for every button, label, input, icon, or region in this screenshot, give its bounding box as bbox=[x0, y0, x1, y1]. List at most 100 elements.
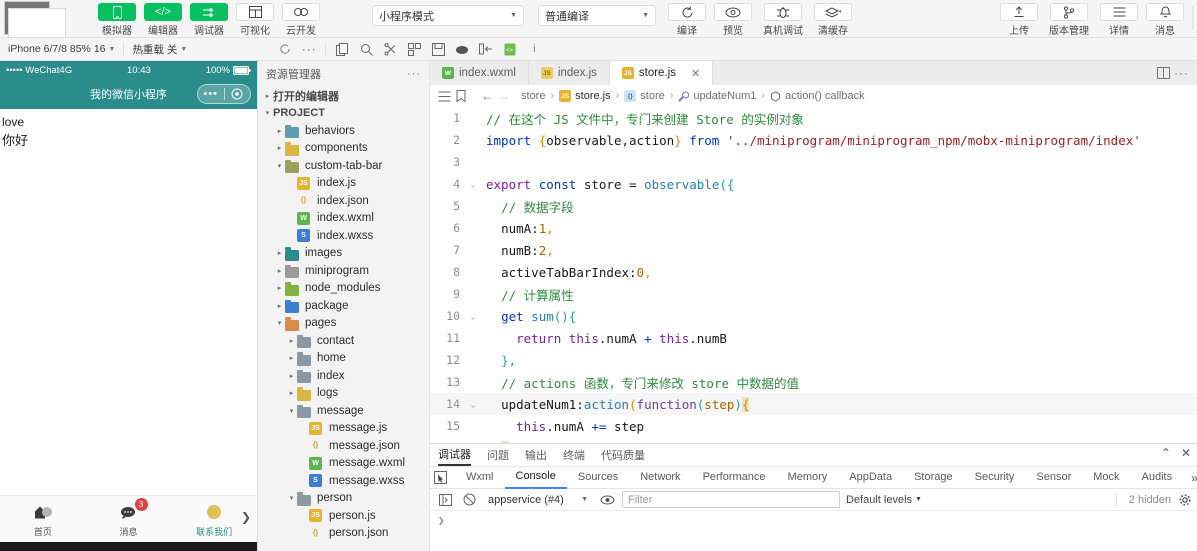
editor-tab-store-js[interactable]: JS store.js ✕ bbox=[609, 61, 714, 85]
tabbar-item-message[interactable]: 3 消息 bbox=[86, 497, 172, 538]
toolbar-button-details[interactable]: 详情 bbox=[1096, 0, 1142, 37]
tree-folder[interactable]: ▸ package bbox=[258, 297, 429, 315]
explorer-section[interactable]: ▾ PROJECT bbox=[258, 105, 429, 123]
tree-file[interactable]: JS message.js bbox=[258, 420, 429, 438]
twisty-icon[interactable]: ▸ bbox=[274, 267, 285, 275]
twisty-icon[interactable]: ▾ bbox=[274, 319, 285, 327]
bookmark-icon[interactable] bbox=[456, 90, 466, 102]
breadcrumb-item-updatenum1[interactable]: updateNum1 bbox=[678, 90, 756, 102]
toolbar-button-editor[interactable]: </> 编辑器 bbox=[140, 0, 186, 37]
devtools-tab-audits[interactable]: Audits bbox=[1131, 467, 1184, 488]
bottom-tab-codequality[interactable]: 代码质量 bbox=[601, 445, 645, 465]
tree-folder[interactable]: ▸ logs bbox=[258, 385, 429, 403]
console-levels-select[interactable]: Default levels ▼ bbox=[846, 494, 922, 506]
toolbar-button-upload[interactable]: 上传 bbox=[996, 0, 1042, 37]
chevron-up-icon[interactable]: ⌃ bbox=[1161, 446, 1171, 460]
pig-icon[interactable] bbox=[450, 38, 474, 61]
twisty-icon[interactable]: ▾ bbox=[286, 494, 297, 502]
copy-icon[interactable] bbox=[330, 38, 354, 61]
tree-file[interactable]: Sindex.wxss bbox=[258, 227, 429, 245]
fold-marker[interactable]: ⌄ bbox=[466, 312, 480, 321]
save-icon[interactable] bbox=[426, 38, 450, 61]
capsule-button[interactable]: ••• bbox=[197, 84, 251, 104]
devtools-tab-sensor[interactable]: Sensor bbox=[1025, 467, 1082, 488]
capsule-menu-button[interactable]: ••• bbox=[198, 88, 224, 100]
gear-icon[interactable] bbox=[1179, 493, 1191, 506]
toolbar-button-version[interactable]: 版本管理 bbox=[1042, 0, 1096, 37]
tree-folder[interactable]: ▸ components bbox=[258, 140, 429, 158]
editor-tab-index-wxml[interactable]: W index.wxml bbox=[430, 61, 529, 85]
toolbar-button-debugger[interactable]: 调试器 bbox=[186, 0, 232, 37]
toolbar-button-visual[interactable]: 可视化 bbox=[232, 0, 278, 37]
twisty-icon[interactable]: ▸ bbox=[274, 249, 285, 257]
devtools-tab-wxml[interactable]: Wxml bbox=[455, 467, 505, 488]
compile-select[interactable]: 普通编译 ▼ bbox=[538, 5, 656, 26]
console-context-select[interactable]: appservice (#4) ▼ bbox=[484, 491, 592, 508]
breadcrumb-item-action-callback[interactable]: action() callback bbox=[770, 90, 865, 102]
bottom-tab-problems[interactable]: 问题 bbox=[487, 445, 509, 465]
code-editor[interactable]: 1 // 在这个 JS 文件中，专门来创建 Store 的实例对象 2 impo… bbox=[430, 107, 1197, 443]
devtools-tab-appdata[interactable]: AppData bbox=[838, 467, 903, 488]
list-icon[interactable] bbox=[438, 91, 451, 102]
tree-folder[interactable]: ▸ behaviors bbox=[258, 122, 429, 140]
devtools-overflow-button[interactable]: » bbox=[1183, 471, 1197, 485]
twisty-icon[interactable]: ▾ bbox=[274, 162, 285, 170]
close-icon[interactable]: ✕ bbox=[691, 67, 700, 80]
close-icon[interactable]: ✕ bbox=[1181, 446, 1191, 460]
twisty-icon[interactable]: ▸ bbox=[274, 144, 285, 152]
tree-file[interactable]: {} message.json bbox=[258, 437, 429, 455]
scissors-icon[interactable] bbox=[378, 38, 402, 61]
grid-icon[interactable] bbox=[402, 38, 426, 61]
tree-folder[interactable]: ▾ person bbox=[258, 490, 429, 508]
explorer-more-icon[interactable]: ··· bbox=[407, 68, 421, 80]
tree-file[interactable]: JS index.js bbox=[258, 175, 429, 193]
tree-file[interactable]: Windex.wxml bbox=[258, 210, 429, 228]
twisty-icon[interactable]: ▸ bbox=[274, 302, 285, 310]
clear-console-icon[interactable] bbox=[460, 493, 478, 506]
device-select[interactable]: iPhone 6/7/8 85% 16 ▼ bbox=[0, 43, 123, 55]
devtools-tab-security[interactable]: Security bbox=[964, 467, 1026, 488]
tree-file[interactable]: {} index.json bbox=[258, 192, 429, 210]
bottom-tab-output[interactable]: 输出 bbox=[525, 445, 547, 465]
fold-marker[interactable]: ⌄ bbox=[466, 180, 480, 189]
tree-folder[interactable]: ▸ miniprogram bbox=[258, 262, 429, 280]
twisty-icon[interactable]: ▾ bbox=[262, 109, 273, 117]
tree-folder[interactable]: ▸ images bbox=[258, 245, 429, 263]
eye-icon[interactable] bbox=[598, 495, 616, 505]
editor-tab-index-js[interactable]: JS index.js bbox=[528, 61, 610, 85]
devtools-tab-sources[interactable]: Sources bbox=[567, 467, 629, 488]
split-editor-icon[interactable] bbox=[1157, 67, 1170, 79]
info-icon[interactable]: i bbox=[522, 38, 546, 61]
devtools-tab-storage[interactable]: Storage bbox=[903, 467, 964, 488]
devtools-tab-console[interactable]: Console bbox=[504, 466, 567, 489]
search-icon[interactable] bbox=[354, 38, 378, 61]
breadcrumb-item-store-js[interactable]: JS store.js bbox=[559, 90, 611, 102]
twisty-icon[interactable]: ▸ bbox=[286, 354, 297, 362]
hotreload-select[interactable]: 热重载 关 ▼ bbox=[124, 42, 195, 57]
toolbar-button-realdevice[interactable]: 真机调试 bbox=[756, 0, 810, 37]
devtools-tab-memory[interactable]: Memory bbox=[777, 467, 839, 488]
console-filter-input[interactable]: Filter bbox=[622, 491, 840, 508]
tree-folder[interactable]: ▸ node_modules bbox=[258, 280, 429, 298]
devtools-tab-mock[interactable]: Mock bbox=[1082, 467, 1130, 488]
tree-file[interactable]: JS person.js bbox=[258, 507, 429, 525]
breadcrumb-item-store-symbol[interactable]: {} store bbox=[624, 90, 665, 102]
console-sidebar-icon[interactable] bbox=[436, 493, 454, 506]
twisty-icon[interactable]: ▸ bbox=[274, 284, 285, 292]
toolbar-button-messages[interactable]: 消息 bbox=[1142, 0, 1188, 37]
explorer-section[interactable]: ▸ 打开的编辑器 bbox=[258, 87, 429, 105]
twisty-icon[interactable]: ▸ bbox=[262, 92, 273, 100]
tree-file[interactable]: Smessage.wxss bbox=[258, 472, 429, 490]
more-actions-icon[interactable]: ··· bbox=[1174, 66, 1189, 80]
refresh-icon[interactable] bbox=[273, 38, 297, 61]
more-icon[interactable]: ··· bbox=[297, 38, 321, 61]
wxml-icon[interactable]: <> bbox=[498, 38, 522, 61]
tree-folder[interactable]: ▾ pages bbox=[258, 315, 429, 333]
mode-select[interactable]: 小程序模式 ▼ bbox=[372, 5, 524, 26]
nav-back-button[interactable]: ← bbox=[481, 89, 493, 103]
twisty-icon[interactable]: ▸ bbox=[286, 337, 297, 345]
tree-file[interactable]: {} person.json bbox=[258, 525, 429, 543]
capsule-close-button[interactable] bbox=[225, 88, 251, 100]
toolbar-button-preview[interactable]: 预览 bbox=[710, 0, 756, 37]
twisty-icon[interactable]: ▾ bbox=[286, 407, 297, 415]
